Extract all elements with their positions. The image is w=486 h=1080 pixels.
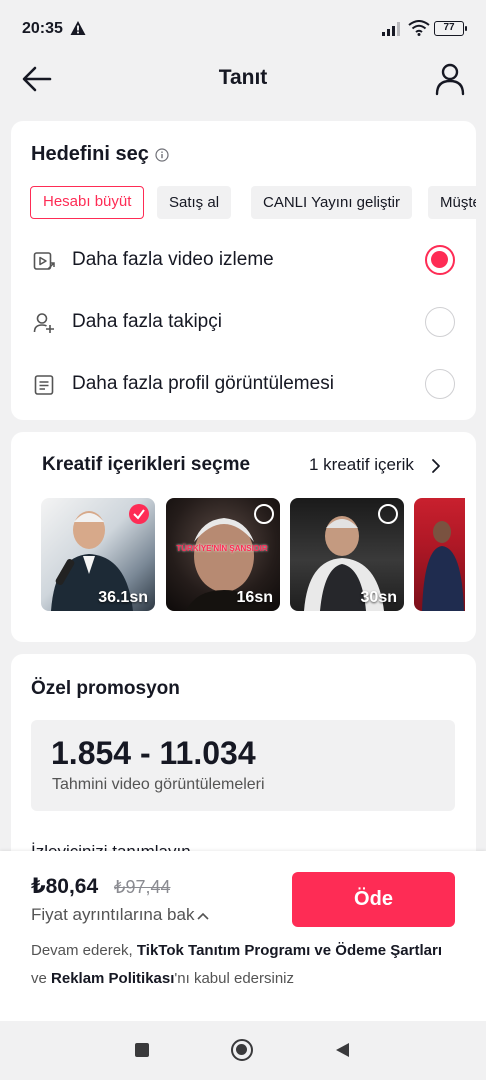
battery-indicator: 77 bbox=[434, 21, 467, 36]
goal-card: Hedefini seç Hesabı büyüt Satış al CANLI… bbox=[11, 121, 476, 420]
info-icon[interactable] bbox=[155, 148, 169, 162]
video-thumbnail[interactable] bbox=[414, 498, 465, 611]
terms-prefix: Devam ederek, bbox=[31, 942, 137, 959]
chip-get-sales[interactable]: Satış al bbox=[157, 186, 232, 219]
unselected-check-icon[interactable] bbox=[254, 504, 274, 524]
chip-boost-live[interactable]: CANLI Yayını geliştir bbox=[251, 186, 412, 219]
option-video-views[interactable]: Daha fazla video izleme bbox=[11, 236, 476, 286]
option-label: Daha fazla takipçi bbox=[72, 311, 222, 332]
terms-mid: ve bbox=[31, 970, 52, 987]
pay-button[interactable]: Öde bbox=[292, 872, 455, 927]
video-thumbnail[interactable]: 36.1sn bbox=[41, 498, 155, 611]
unselected-check-icon[interactable] bbox=[378, 504, 398, 524]
promo-title: Özel promosyon bbox=[31, 678, 180, 699]
thumbnail-caption: TÜRKİYE'NİN ŞANSIDIR bbox=[176, 544, 268, 553]
price: ₺80,64 bbox=[31, 875, 99, 898]
video-play-icon bbox=[33, 252, 55, 270]
status-bar: 20:35 77 bbox=[0, 0, 486, 56]
price-details-link[interactable]: Fiyat ayrıntılarına bak bbox=[31, 905, 210, 925]
option-label: Daha fazla profil görüntülemesi bbox=[72, 373, 334, 394]
page-title: Tanıt bbox=[218, 66, 268, 89]
video-thumbnail[interactable]: TÜRKİYE'NİN ŞANSIDIR 16sn bbox=[166, 498, 280, 611]
add-user-icon bbox=[33, 313, 54, 333]
system-back-icon[interactable] bbox=[335, 1042, 350, 1058]
chip-grow-account[interactable]: Hesabı büyüt bbox=[30, 186, 145, 219]
selected-check-icon[interactable] bbox=[129, 504, 149, 524]
option-followers[interactable]: Daha fazla takipçi bbox=[11, 298, 476, 348]
estimate-range: 1.854 - 11.034 bbox=[51, 735, 256, 771]
top-navigation: Tanıt bbox=[0, 56, 486, 104]
signal-icon bbox=[382, 22, 400, 36]
profile-icon[interactable] bbox=[434, 62, 466, 96]
chip-customers[interactable]: Müşte bbox=[428, 186, 476, 219]
ad-policy-link[interactable]: Reklam Politikası bbox=[51, 970, 174, 987]
video-thumbnail[interactable]: 30sn bbox=[290, 498, 404, 611]
goal-chips: Hesabı büyüt Satış al CANLI Yayını geliş… bbox=[30, 186, 476, 220]
person-figure bbox=[422, 521, 464, 611]
recents-button[interactable] bbox=[135, 1043, 149, 1057]
creative-title: Kreatif içerikleri seçme bbox=[42, 454, 251, 475]
estimate-label: Tahmini video görüntülemeleri bbox=[52, 776, 265, 793]
creative-count-link[interactable]: 1 kreatif içerik bbox=[309, 455, 414, 475]
terms-text: Devam ederek, TikTok Tanıtım Programı ve… bbox=[31, 937, 471, 993]
goal-title: Hedefini seç bbox=[31, 143, 149, 165]
thumbnail-duration: 16sn bbox=[236, 589, 273, 606]
terms-suffix: 'nı kabul edersiniz bbox=[174, 970, 295, 987]
chevron-right-icon[interactable] bbox=[431, 458, 441, 474]
radio-selected[interactable] bbox=[425, 245, 455, 275]
radio-unselected[interactable] bbox=[425, 369, 455, 399]
system-nav-bar bbox=[0, 1021, 486, 1080]
option-label: Daha fazla video izleme bbox=[72, 249, 274, 270]
option-profile-views[interactable]: Daha fazla profil görüntülemesi bbox=[11, 360, 476, 410]
thumbnail-duration: 36.1sn bbox=[98, 589, 148, 606]
creative-card: Kreatif içerikleri seçme 1 kreatif içeri… bbox=[11, 432, 476, 642]
warning-icon bbox=[70, 21, 86, 35]
estimate-box: 1.854 - 11.034 Tahmini video görüntüleme… bbox=[31, 720, 455, 811]
price-details-label: Fiyat ayrıntılarına bak bbox=[31, 905, 195, 924]
wifi-icon bbox=[408, 20, 430, 36]
radio-unselected[interactable] bbox=[425, 307, 455, 337]
home-button[interactable] bbox=[231, 1039, 253, 1061]
status-time: 20:35 bbox=[22, 20, 63, 37]
thumbnail-duration: 30sn bbox=[360, 589, 397, 606]
old-price: ₺97,44 bbox=[114, 877, 171, 897]
chevron-up-icon bbox=[197, 912, 210, 920]
checkout-panel: ₺80,64 ₺97,44 Fiyat ayrıntılarına bak Öd… bbox=[0, 851, 486, 1021]
profile-document-icon bbox=[34, 375, 54, 395]
terms-program-link[interactable]: TikTok Tanıtım Programı ve Ödeme Şartlar… bbox=[137, 942, 442, 959]
